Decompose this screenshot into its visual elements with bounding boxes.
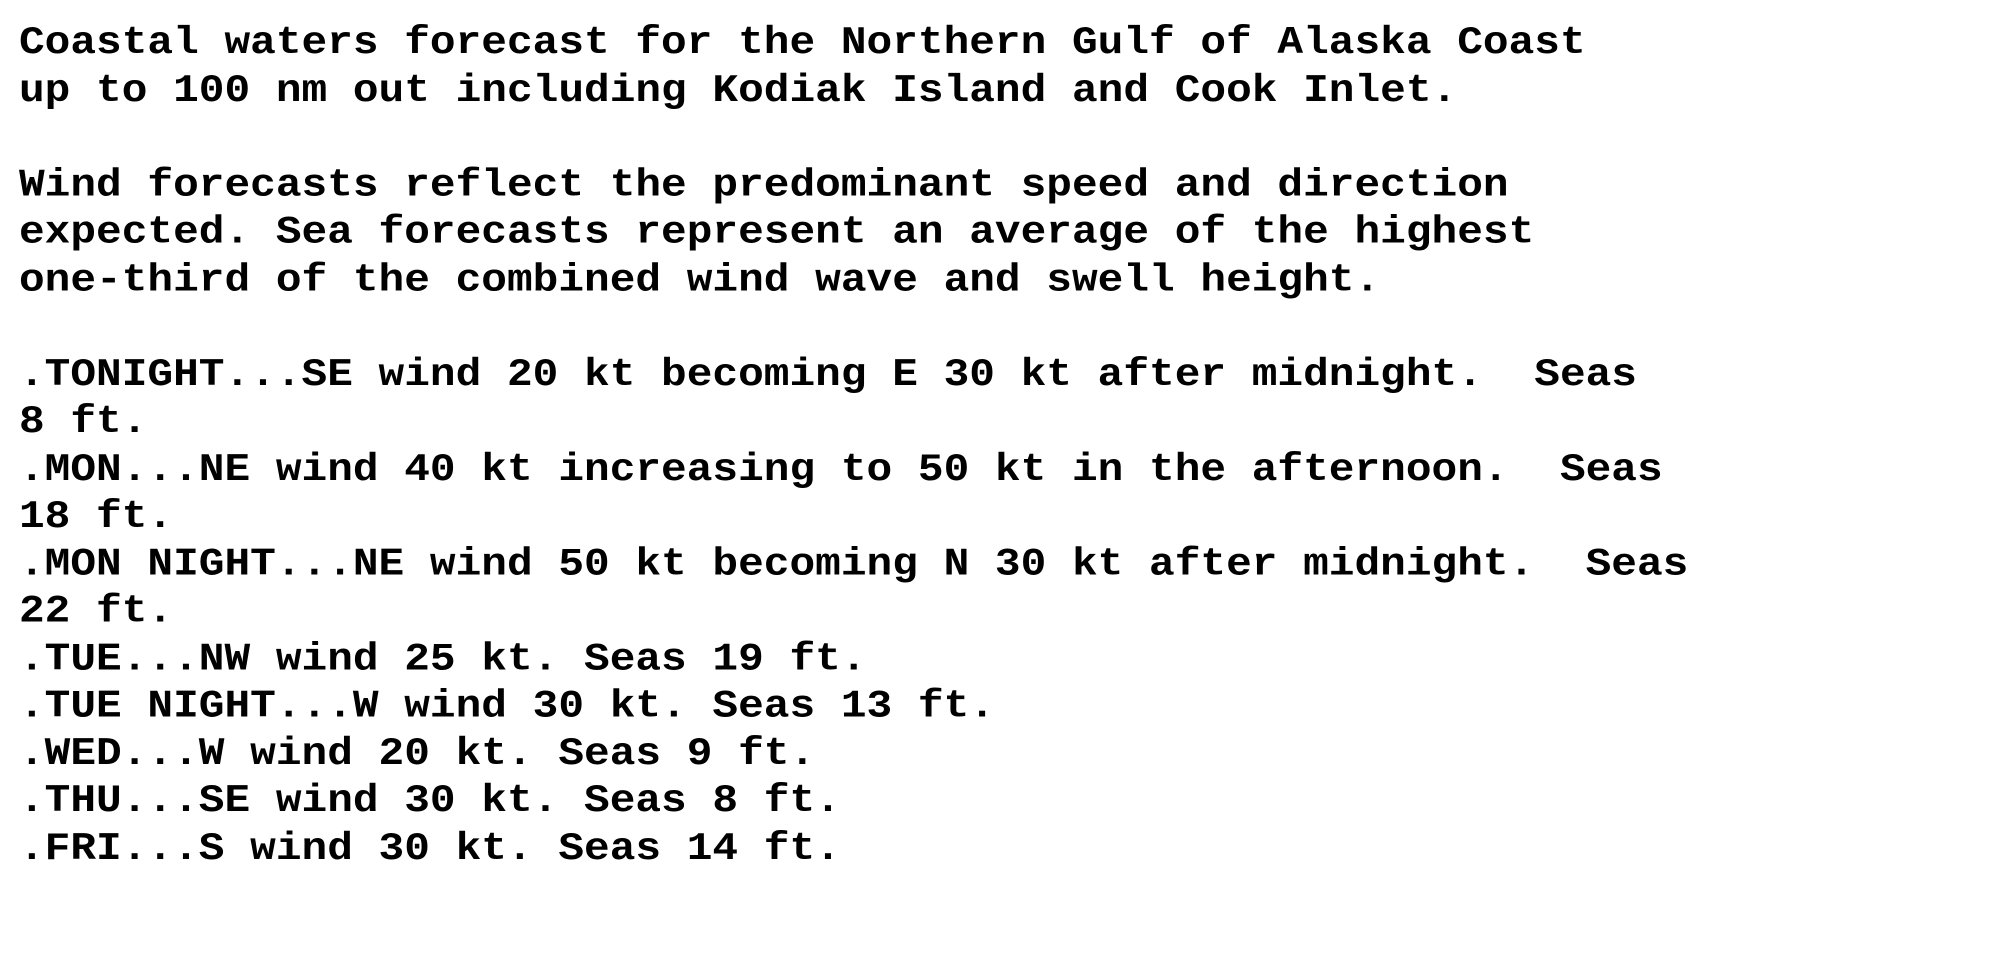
forecast-line-tonight: .TONIGHT...SE wind 20 kt becoming E 30 k… (19, 351, 1637, 397)
forecast-line-mon-night: .MON NIGHT...NE wind 50 kt becoming N 30… (19, 541, 1689, 587)
forecast-line-tue: .TUE...NW wind 25 kt. Seas 19 ft. (19, 635, 867, 681)
forecast-line-tonight-seas: 8 ft. (19, 398, 148, 445)
forecast-line-wed: .WED...W wind 20 kt. Seas 9 ft. (19, 730, 816, 776)
forecast-line-mon-night-seas: 22 ft. (19, 588, 174, 634)
header-line: Coastal waters forecast for the Northern… (19, 19, 1586, 66)
forecast-line-fri: .FRI...S wind 30 kt. Seas 14 ft. (19, 825, 841, 871)
forecast-line-tue-night: .TUE NIGHT...W wind 30 kt. Seas 13 ft. (19, 683, 995, 729)
forecast-line-mon: .MON...NE wind 40 kt increasing to 50 kt… (19, 446, 1663, 492)
forecast-text-block: Coastal waters forecast for the Northern… (19, 19, 1688, 872)
forecast-line-thu: .THU...SE wind 30 kt. Seas 8 ft. (19, 778, 841, 824)
note-line: one-third of the combined wind wave and … (19, 256, 1381, 302)
forecast-line-mon-seas: 18 ft. (19, 493, 174, 539)
note-line: Wind forecasts reflect the predominant s… (19, 162, 1509, 208)
header-line: up to 100 nm out including Kodiak Island… (19, 67, 1458, 113)
note-line: expected. Sea forecasts represent an ave… (19, 209, 1535, 255)
